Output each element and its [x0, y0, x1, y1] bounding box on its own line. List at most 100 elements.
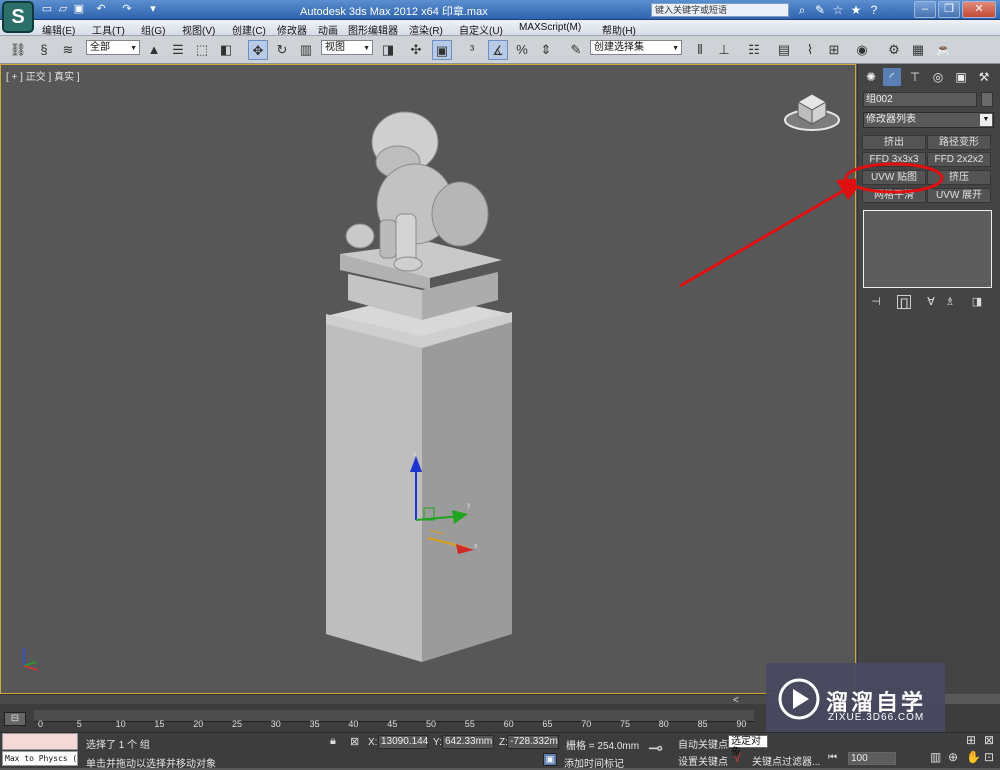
- menu-item-1[interactable]: 工具(T): [92, 22, 125, 37]
- layer-manager-icon[interactable]: ☷: [744, 40, 764, 60]
- viewcube-icon[interactable]: [784, 93, 840, 131]
- x-coordinate-field[interactable]: 13090.144: [378, 735, 428, 749]
- menu-item-6[interactable]: 动画: [318, 22, 338, 37]
- render-setup-icon[interactable]: ⚙: [884, 40, 904, 60]
- edit-named-selection-icon[interactable]: ✎: [566, 40, 586, 60]
- z-coordinate-field[interactable]: -728.332m: [507, 735, 559, 749]
- help-icon[interactable]: ?: [866, 2, 882, 18]
- field-of-view-icon[interactable]: ⊞: [966, 733, 976, 747]
- snaps-toggle-icon[interactable]: ³: [462, 40, 482, 60]
- lock-selection-icon[interactable]: 🔒︎: [330, 735, 336, 748]
- display-tab-icon[interactable]: ▣: [952, 68, 970, 86]
- material-editor-icon[interactable]: ◉: [852, 40, 872, 60]
- search-input[interactable]: 键入关键字或短语: [651, 3, 789, 17]
- open-mini-curve-editor-icon[interactable]: ⊟: [4, 712, 26, 726]
- modify-tab-icon[interactable]: ◜: [883, 68, 901, 86]
- y-coordinate-field[interactable]: 642.33mm: [442, 735, 494, 749]
- search-icon[interactable]: ⌕: [794, 2, 810, 18]
- maxscript-output[interactable]: Max to Physcs (: [2, 751, 78, 766]
- subscription-icon[interactable]: ✎: [812, 2, 828, 18]
- menu-item-8[interactable]: 渲染(R): [409, 22, 443, 37]
- pan-view-icon[interactable]: ✋: [966, 750, 981, 764]
- app-logo-button[interactable]: S: [2, 1, 34, 33]
- minimize-button[interactable]: –: [914, 1, 936, 18]
- render-production-icon[interactable]: ☕: [934, 40, 954, 60]
- menu-item-11[interactable]: 帮助(H): [602, 22, 636, 37]
- pin-stack-icon[interactable]: ⊣: [869, 295, 883, 309]
- reference-coordinate-dropdown[interactable]: 视图: [321, 40, 373, 55]
- trackbar[interactable]: [0, 694, 857, 704]
- percent-snap-icon[interactable]: %: [512, 40, 532, 60]
- menu-item-9[interactable]: 自定义(U): [459, 22, 503, 37]
- menu-item-10[interactable]: MAXScript(M): [519, 22, 581, 33]
- unlink-icon[interactable]: §: [34, 40, 54, 60]
- modifier-stack-view[interactable]: [863, 210, 992, 288]
- favorites-icon[interactable]: ★: [848, 2, 864, 18]
- time-config-icon[interactable]: ▥: [930, 750, 941, 764]
- align-icon[interactable]: ⊥: [714, 40, 734, 60]
- named-selection-dropdown[interactable]: 创建选择集: [590, 40, 682, 55]
- maximize-viewport-icon[interactable]: ⊡: [984, 750, 994, 764]
- pillar-model[interactable]: [326, 242, 512, 662]
- selection-filter-dropdown[interactable]: 全部: [86, 40, 140, 55]
- auto-key-selection-dropdown[interactable]: 选定对象: [728, 735, 768, 758]
- goto-start-icon[interactable]: ⏮: [828, 752, 837, 763]
- modifier-extrude-button[interactable]: 挤出: [862, 135, 926, 150]
- configure-modifier-sets-icon[interactable]: ◨: [970, 295, 984, 309]
- new-icon[interactable]: ▭: [40, 2, 54, 16]
- menu-item-3[interactable]: 视图(V): [182, 22, 215, 37]
- set-key-label[interactable]: 设置关键点: [678, 753, 728, 768]
- create-tab-icon[interactable]: ✺: [862, 68, 880, 86]
- angle-snap-icon[interactable]: ∡: [488, 40, 508, 60]
- select-object-icon[interactable]: ▲: [144, 40, 164, 60]
- select-and-move-icon[interactable]: ✥: [248, 40, 268, 60]
- key-filter-icon[interactable]: √: [734, 751, 741, 765]
- frame-field[interactable]: 100: [848, 752, 896, 765]
- curve-editor-icon[interactable]: ⌇: [800, 40, 820, 60]
- menu-item-2[interactable]: 组(G): [141, 22, 165, 37]
- auto-key-label[interactable]: 自动关键点: [678, 736, 728, 751]
- link-icon[interactable]: ⛓: [8, 40, 28, 60]
- undo-icon[interactable]: ↶: [94, 2, 108, 16]
- zoom-icon[interactable]: ⊕: [948, 750, 958, 764]
- set-key-icon[interactable]: ⊸: [648, 738, 663, 759]
- select-by-name-icon[interactable]: ☰: [168, 40, 188, 60]
- modifier-list-dropdown[interactable]: 修改器列表: [863, 112, 994, 128]
- graphite-tools-icon[interactable]: ▤: [774, 40, 794, 60]
- menu-item-4[interactable]: 创建(C): [232, 22, 266, 37]
- make-unique-icon[interactable]: ∀: [924, 295, 938, 309]
- spinner-snap-icon[interactable]: ⇕: [536, 40, 556, 60]
- pivot-center-icon[interactable]: ◨: [378, 40, 398, 60]
- manipulate-icon[interactable]: ✣: [406, 40, 426, 60]
- menu-item-7[interactable]: 图形编辑器: [348, 22, 398, 37]
- quick-access-dropdown-icon[interactable]: ▾: [146, 2, 160, 16]
- rendered-frame-icon[interactable]: ▦: [908, 40, 928, 60]
- orbit-icon[interactable]: ⊠: [984, 733, 994, 747]
- remove-modifier-icon[interactable]: ♗: [943, 295, 957, 309]
- schematic-view-icon[interactable]: ⊞: [824, 40, 844, 60]
- absolute-mode-icon[interactable]: ⊠: [350, 735, 359, 748]
- open-icon[interactable]: ▱: [56, 2, 70, 16]
- time-tag-icon[interactable]: ▣: [543, 753, 557, 766]
- select-and-rotate-icon[interactable]: ↻: [272, 40, 292, 60]
- select-and-scale-icon[interactable]: ▥: [296, 40, 316, 60]
- window-crossing-icon[interactable]: ◧: [216, 40, 236, 60]
- menu-item-0[interactable]: 编辑(E): [42, 22, 75, 37]
- close-button[interactable]: ✕: [962, 1, 996, 18]
- save-icon[interactable]: ▣: [72, 2, 86, 16]
- redo-icon[interactable]: ↷: [120, 2, 134, 16]
- mirror-icon[interactable]: ⫴: [690, 40, 710, 60]
- maxscript-listener[interactable]: [2, 733, 78, 750]
- modifier-path-deform-button[interactable]: 路径变形: [927, 135, 991, 150]
- keyboard-shortcut-icon[interactable]: ▣: [432, 40, 452, 60]
- bind-space-warp-icon[interactable]: ≋: [58, 40, 78, 60]
- hierarchy-tab-icon[interactable]: ⊤: [906, 68, 924, 86]
- object-color-swatch[interactable]: [981, 92, 993, 107]
- utilities-tab-icon[interactable]: ⚒: [975, 68, 993, 86]
- maximize-button[interactable]: ❐: [938, 1, 960, 18]
- motion-tab-icon[interactable]: ◎: [929, 68, 947, 86]
- key-filters-button[interactable]: 关键点过滤器...: [752, 753, 820, 768]
- communication-icon[interactable]: ☆: [830, 2, 846, 18]
- rectangle-selection-icon[interactable]: ⬚: [192, 40, 212, 60]
- menu-item-5[interactable]: 修改器: [277, 22, 307, 37]
